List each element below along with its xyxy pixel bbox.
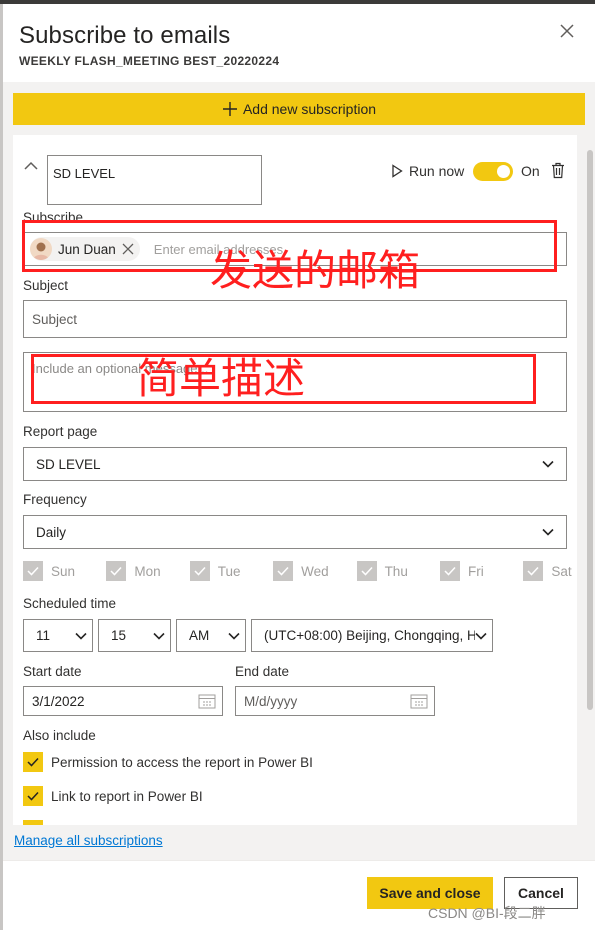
plus-icon bbox=[222, 102, 237, 116]
day-checkbox-tue[interactable]: Tue bbox=[189, 561, 273, 581]
day-label: Fri bbox=[467, 563, 484, 579]
start-date-input[interactable]: 3/1/2022 bbox=[23, 686, 223, 716]
delete-button[interactable] bbox=[551, 162, 565, 179]
check-icon bbox=[189, 561, 210, 581]
trash-icon bbox=[552, 162, 564, 179]
end-date-label: End date bbox=[235, 664, 290, 679]
scrollbar-thumb[interactable] bbox=[587, 150, 593, 710]
chevron-down-icon bbox=[153, 632, 165, 640]
toggle-state-label: On bbox=[521, 163, 540, 179]
permission-checkbox[interactable] bbox=[23, 752, 43, 772]
ampm-select[interactable]: AM bbox=[176, 619, 246, 652]
frequency-label: Frequency bbox=[23, 492, 87, 507]
day-label: Sat bbox=[551, 563, 572, 579]
third-checkbox[interactable] bbox=[23, 820, 43, 825]
run-now-button[interactable]: Run now bbox=[391, 163, 464, 179]
frequency-select[interactable]: Daily bbox=[23, 515, 567, 549]
timezone-select[interactable]: (UTC+08:00) Beijing, Chongqing, H bbox=[251, 619, 493, 652]
close-button[interactable] bbox=[556, 20, 578, 42]
check-icon bbox=[27, 757, 39, 767]
chevron-down-icon bbox=[542, 528, 554, 536]
also-include-label: Also include bbox=[23, 728, 96, 743]
permission-label: Permission to access the report in Power… bbox=[51, 754, 313, 770]
window-top-edge bbox=[0, 0, 595, 4]
link-checkbox[interactable] bbox=[23, 786, 43, 806]
chevron-down-icon bbox=[228, 632, 240, 640]
collapse-button[interactable] bbox=[23, 159, 39, 171]
report-page-label: Report page bbox=[23, 424, 98, 439]
day-checkbox-sat[interactable]: Sat bbox=[523, 561, 573, 581]
check-icon bbox=[273, 561, 294, 581]
day-label: Sun bbox=[51, 563, 76, 579]
end-date-input[interactable]: M/d/yyyy bbox=[235, 686, 435, 716]
check-icon bbox=[439, 561, 460, 581]
scheduled-time-row: 11 15 AM (UTC+08:00) Beijing, Chongqing,… bbox=[23, 619, 493, 652]
hour-value: 11 bbox=[36, 628, 51, 643]
run-now-label: Run now bbox=[409, 163, 465, 179]
email-annotation-text: 发送的邮箱 bbox=[210, 246, 421, 295]
close-icon bbox=[560, 24, 574, 38]
panel-title: Subscribe to emails bbox=[19, 22, 231, 49]
minute-value: 15 bbox=[111, 628, 127, 643]
toggle-knob bbox=[497, 165, 510, 178]
minute-select[interactable]: 15 bbox=[98, 619, 171, 652]
link-label: Link to report in Power BI bbox=[51, 788, 203, 804]
subscription-name-input[interactable]: SD LEVEL bbox=[47, 155, 262, 205]
play-icon bbox=[392, 164, 403, 178]
ampm-value: AM bbox=[189, 628, 210, 643]
report-page-select[interactable]: SD LEVEL bbox=[23, 447, 567, 481]
day-label: Tue bbox=[217, 563, 241, 579]
add-subscription-button[interactable]: Add new subscription bbox=[13, 93, 585, 125]
frequency-value: Daily bbox=[36, 524, 67, 540]
link-checkbox-row[interactable]: Link to report in Power BI bbox=[23, 786, 203, 806]
day-checkbox-wed[interactable]: Wed bbox=[273, 561, 356, 581]
day-checkbox-thu[interactable]: Thu bbox=[356, 561, 440, 581]
subject-input[interactable]: Subject bbox=[23, 300, 567, 338]
weekday-checkboxes: Sun Mon Tue Wed Thu Fri Sat bbox=[23, 561, 573, 581]
end-date-placeholder: M/d/yyyy bbox=[244, 693, 298, 709]
calendar-icon[interactable] bbox=[410, 693, 428, 709]
day-label: Mon bbox=[134, 563, 161, 579]
report-name-subtitle: WEEKLY FLASH_MEETING BEST_20220224 bbox=[19, 54, 280, 68]
chevron-down-icon bbox=[475, 632, 487, 640]
check-icon bbox=[523, 561, 544, 581]
report-page-value: SD LEVEL bbox=[36, 456, 101, 472]
manage-subscriptions-link[interactable]: Manage all subscriptions bbox=[14, 833, 163, 848]
check-icon bbox=[27, 791, 39, 801]
chevron-down-icon bbox=[75, 632, 87, 640]
calendar-icon[interactable] bbox=[198, 693, 216, 709]
day-label: Wed bbox=[301, 563, 329, 579]
watermark: CSDN @BI-段二胖 bbox=[428, 905, 546, 921]
day-checkbox-mon[interactable]: Mon bbox=[106, 561, 189, 581]
add-subscription-label: Add new subscription bbox=[242, 101, 377, 117]
check-icon bbox=[356, 561, 377, 581]
footer-divider bbox=[3, 860, 595, 861]
chevron-down-icon bbox=[542, 460, 554, 468]
day-checkbox-sun[interactable]: Sun bbox=[23, 561, 106, 581]
timezone-value: (UTC+08:00) Beijing, Chongqing, H bbox=[264, 628, 475, 643]
hour-select[interactable]: 11 bbox=[23, 619, 93, 652]
day-checkbox-fri[interactable]: Fri bbox=[439, 561, 523, 581]
check-icon bbox=[106, 561, 127, 581]
start-date-value: 3/1/2022 bbox=[32, 693, 85, 709]
chevron-up-icon bbox=[24, 161, 38, 170]
start-date-label: Start date bbox=[23, 664, 82, 679]
third-checkbox-row[interactable] bbox=[23, 820, 43, 825]
subject-label: Subject bbox=[23, 278, 69, 293]
permission-checkbox-row[interactable]: Permission to access the report in Power… bbox=[23, 752, 313, 772]
day-label: Thu bbox=[384, 563, 408, 579]
description-annotation-text: 简单描述 bbox=[137, 354, 306, 403]
check-icon bbox=[23, 561, 43, 581]
subscription-toggle[interactable] bbox=[473, 162, 513, 181]
scheduled-time-label: Scheduled time bbox=[23, 596, 117, 611]
